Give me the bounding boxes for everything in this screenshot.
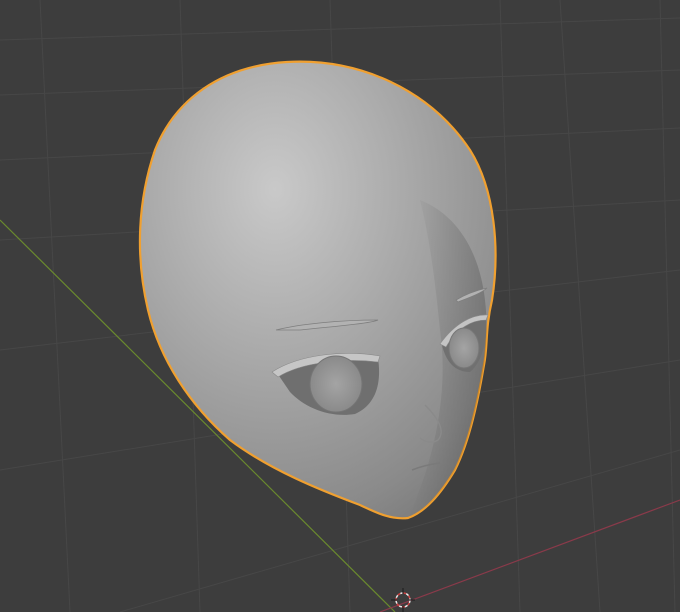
viewport-canvas[interactable] xyxy=(0,0,680,612)
right-eye-iris xyxy=(448,327,480,369)
3d-viewport[interactable] xyxy=(0,0,680,612)
left-eye-iris xyxy=(309,355,363,413)
